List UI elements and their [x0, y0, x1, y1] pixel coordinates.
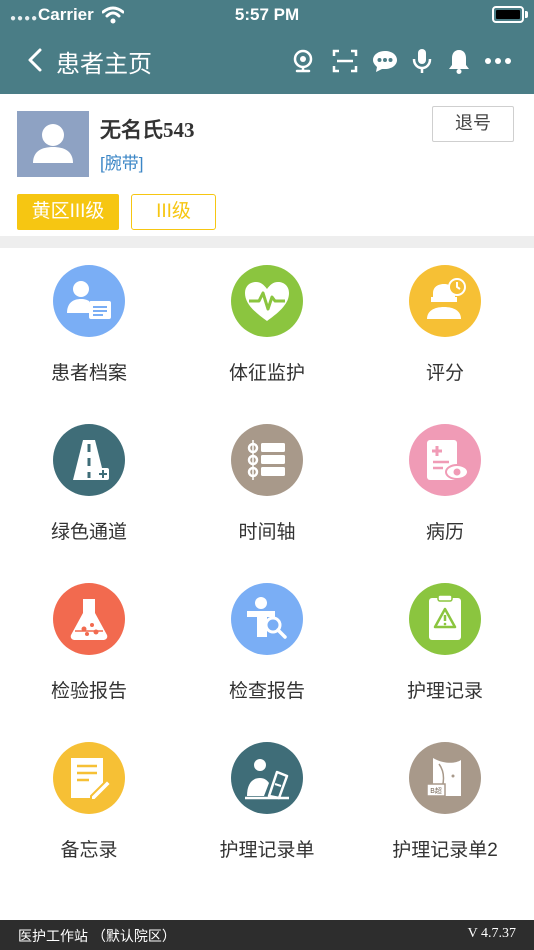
menu-item-label: 评分 [425, 363, 464, 384]
menu-item-nursing-sheet[interactable]: 护理记录单 [178, 725, 356, 884]
triage-level-tag: III级 [131, 194, 216, 230]
avatar [17, 111, 89, 177]
menu-item-label: 病历 [425, 522, 464, 543]
menu-item-memo[interactable]: 备忘录 [0, 725, 178, 884]
menu-item-label: 绿色通道 [50, 522, 127, 543]
more-icon[interactable] [484, 47, 512, 75]
status-time: 5:57 PM [234, 5, 300, 24]
patient-name: 无名氏543 [100, 118, 195, 142]
page-title: 患者主页 [56, 51, 152, 78]
patient-header: 无名氏543 [腕带] 退号 黄区III级 III级 [0, 94, 534, 236]
menu-item-lab-report[interactable]: 检验报告 [0, 566, 178, 725]
timeline-icon [231, 424, 303, 496]
camera-icon[interactable] [289, 47, 317, 75]
microphone-icon[interactable] [408, 47, 436, 75]
menu-item-label: 护理记录单2 [392, 840, 498, 861]
menu-item-nursing-sheet-2[interactable]: B超 护理记录单2 [356, 725, 534, 884]
menu-item-patient-file[interactable]: 患者档案 [0, 248, 178, 407]
exam-report-icon [231, 583, 303, 655]
menu-item-medical-record[interactable]: 病历 [356, 407, 534, 566]
menu-item-label: 检查报告 [228, 681, 305, 702]
battery-tip [525, 11, 528, 18]
top-bar: ●●●● Carrier 5:57 PM 患者主页 [0, 0, 534, 94]
battery-icon [492, 6, 524, 23]
green-channel-icon [53, 424, 125, 496]
footer-app-name: 医护工作站 （默认院区） [18, 928, 176, 944]
person-icon [33, 124, 73, 163]
menu-item-label: 患者档案 [50, 363, 127, 384]
footer-version: V 4.7.37 [467, 926, 516, 941]
svg-text:B超: B超 [430, 786, 442, 795]
footer-bar: 医护工作站 （默认院区） V 4.7.37 [0, 920, 534, 950]
wristband-link[interactable]: [腕带] [100, 149, 143, 174]
menu-item-exam-report[interactable]: 检查报告 [178, 566, 356, 725]
menu-item-label: 备忘录 [60, 840, 118, 861]
section-divider [0, 236, 534, 248]
menu-item-label: 体征监护 [228, 363, 305, 384]
status-bar: ●●●● Carrier 5:57 PM [0, 0, 534, 30]
patient-file-icon [53, 265, 125, 337]
menu-item-nursing-record[interactable]: 护理记录 [356, 566, 534, 725]
menu-item-score[interactable]: 评分 [356, 248, 534, 407]
menu-item-label: 护理记录 [406, 681, 483, 702]
menu-item-vitals[interactable]: 体征监护 [178, 248, 356, 407]
menu-grid: 患者档案 体征监护 评分 绿色通道 时间轴 病历 检验报告 检查报告 护理记录 … [0, 248, 534, 920]
heart-monitor-icon [231, 265, 303, 337]
nursing-record-icon [409, 583, 481, 655]
nav-bar: 患者主页 [0, 34, 534, 90]
scan-icon[interactable] [331, 47, 359, 75]
ultrasound-icon: B超 [409, 742, 481, 814]
logout-button[interactable]: 退号 [432, 106, 514, 142]
bell-icon[interactable] [445, 47, 473, 75]
menu-item-label: 护理记录单 [219, 840, 315, 861]
lab-flask-icon [53, 583, 125, 655]
memo-icon [53, 742, 125, 814]
back-arrow-icon[interactable] [24, 46, 48, 74]
menu-item-label: 时间轴 [238, 522, 296, 543]
nursing-sheet-icon [231, 742, 303, 814]
medical-record-icon [409, 424, 481, 496]
menu-item-timeline[interactable]: 时间轴 [178, 407, 356, 566]
chat-icon[interactable] [371, 47, 399, 75]
zone-level-tag: 黄区III级 [17, 194, 119, 230]
menu-item-label: 检验报告 [50, 681, 127, 702]
menu-item-green-channel[interactable]: 绿色通道 [0, 407, 178, 566]
score-icon [409, 265, 481, 337]
